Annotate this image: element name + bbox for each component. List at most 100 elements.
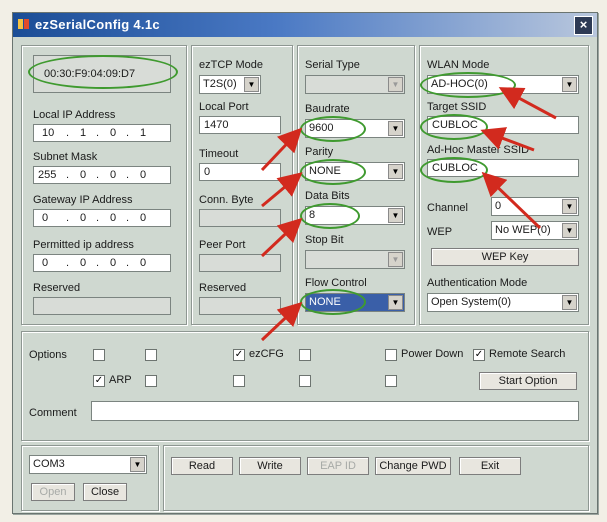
network-reserved-label: Reserved <box>33 282 81 294</box>
chevron-down-icon: ▼ <box>130 457 145 472</box>
ip-octet: 10 <box>42 127 55 139</box>
options-label: Options <box>29 349 67 361</box>
local-port-field[interactable]: 1470 <box>199 116 281 134</box>
ip-octet: 1 <box>80 127 87 139</box>
adhoc-ssid-field[interactable]: CUBLOC <box>427 159 579 177</box>
ezserialconfig-window: ezSerialConfig 4.1c × 00:30:F9:04:09:D7 … <box>12 12 598 514</box>
local-ip-field[interactable]: 10 . 1 . 0 . 1 <box>33 124 171 142</box>
baudrate-label: Baudrate <box>305 103 350 115</box>
remote-search-label: Remote Search <box>489 348 566 360</box>
subnet-mask-field[interactable]: 255 . 0 . 0 . 0 <box>33 166 171 184</box>
serial-type-label: Serial Type <box>305 59 360 71</box>
wep-label: WEP <box>427 226 453 238</box>
ip-octet: 0 <box>140 257 147 269</box>
power-down-checkbox[interactable] <box>385 349 397 361</box>
change-pwd-button[interactable]: Change PWD <box>375 457 451 475</box>
start-option-button[interactable]: Start Option <box>479 372 577 390</box>
comment-label: Comment <box>29 407 77 419</box>
option-checkbox[interactable] <box>233 375 245 387</box>
chevron-down-icon: ▼ <box>244 77 259 92</box>
ip-octet: 1 <box>140 127 147 139</box>
eztcp-mode-label: ezTCP Mode <box>199 59 263 71</box>
comment-field[interactable] <box>91 401 579 421</box>
eztcp-mode-value: T2S(0) <box>203 78 237 90</box>
option-checkbox[interactable] <box>145 349 157 361</box>
wep-select[interactable]: No WEP(0) ▼ <box>491 221 579 240</box>
chevron-down-icon: ▼ <box>562 199 577 214</box>
action-group <box>163 445 589 511</box>
option-checkbox[interactable] <box>299 349 311 361</box>
chevron-down-icon: ▼ <box>388 77 403 92</box>
peer-port-label: Peer Port <box>199 239 246 251</box>
stop-bit-label: Stop Bit <box>305 234 344 246</box>
timeout-label: Timeout <box>199 148 239 160</box>
wlan-mode-label: WLAN Mode <box>427 59 490 71</box>
window-title: ezSerialConfig 4.1c <box>35 17 160 32</box>
auth-mode-select[interactable]: Open System(0) ▼ <box>427 293 579 312</box>
subnet-mask-label: Subnet Mask <box>33 151 98 163</box>
channel-select[interactable]: 0 ▼ <box>491 197 579 216</box>
arp-checkbox[interactable]: ✓ <box>93 375 105 387</box>
wlan-mode-value: AD-HOC(0) <box>431 78 488 90</box>
channel-label: Channel <box>427 202 468 214</box>
option-checkbox[interactable] <box>93 349 105 361</box>
channel-value: 0 <box>495 200 502 212</box>
close-window-button[interactable]: × <box>574 16 593 35</box>
ip-octet: 0 <box>110 127 117 139</box>
chevron-down-icon: ▼ <box>388 164 403 179</box>
eztcp-mode-select[interactable]: T2S(0) ▼ <box>199 75 261 94</box>
flow-control-select[interactable]: NONE ▼ <box>305 293 405 312</box>
data-bits-value: 8 <box>309 209 316 221</box>
eztcp-reserved-label: Reserved <box>199 282 247 294</box>
data-bits-label: Data Bits <box>305 190 350 202</box>
parity-value: NONE <box>309 165 341 177</box>
exit-button[interactable]: Exit <box>459 457 521 475</box>
ip-octet: 0 <box>140 212 147 224</box>
ip-octet: 0 <box>80 169 87 181</box>
ip-octet: 255 <box>38 169 57 181</box>
timeout-field[interactable]: 0 <box>199 163 281 181</box>
gateway-field[interactable]: 0 . 0 . 0 . 0 <box>33 209 171 227</box>
gateway-label: Gateway IP Address <box>33 194 133 206</box>
ezcfg-checkbox[interactable]: ✓ <box>233 349 245 361</box>
arp-label: ARP <box>109 374 132 386</box>
chevron-down-icon: ▼ <box>388 295 403 310</box>
local-ip-label: Local IP Address <box>33 109 116 121</box>
eap-id-button[interactable]: EAP ID <box>307 457 369 475</box>
permitted-ip-field[interactable]: 0 . 0 . 0 . 0 <box>33 254 171 272</box>
mac-address-field[interactable]: 00:30:F9:04:09:D7 <box>33 55 171 93</box>
chevron-down-icon: ▼ <box>562 295 577 310</box>
auth-mode-value: Open System(0) <box>431 296 512 308</box>
chevron-down-icon: ▼ <box>562 77 577 92</box>
ip-octet: 0 <box>42 257 49 269</box>
open-button[interactable]: Open <box>31 483 75 501</box>
target-ssid-label: Target SSID <box>427 101 487 113</box>
target-ssid-field[interactable]: CUBLOC <box>427 116 579 134</box>
serial-type-select: ▼ <box>305 75 405 94</box>
parity-select[interactable]: NONE ▼ <box>305 162 405 181</box>
remote-search-checkbox[interactable]: ✓ <box>473 349 485 361</box>
ip-octet: 0 <box>140 169 147 181</box>
local-port-label: Local Port <box>199 101 249 113</box>
wlan-mode-select[interactable]: AD-HOC(0) ▼ <box>427 75 579 94</box>
conn-byte-field <box>199 209 281 227</box>
permitted-ip-label: Permitted ip address <box>33 239 134 251</box>
read-button[interactable]: Read <box>171 457 233 475</box>
power-down-label: Power Down <box>401 348 464 360</box>
com-port-select[interactable]: COM3 ▼ <box>29 455 147 474</box>
ip-octet: 0 <box>80 212 87 224</box>
eztcp-reserved-field <box>199 297 281 315</box>
option-checkbox[interactable] <box>385 375 397 387</box>
data-bits-select[interactable]: 8 ▼ <box>305 206 405 225</box>
title-bar[interactable]: ezSerialConfig 4.1c × <box>13 13 597 37</box>
baudrate-select[interactable]: 9600 ▼ <box>305 119 405 138</box>
close-button[interactable]: Close <box>83 483 127 501</box>
option-checkbox[interactable] <box>145 375 157 387</box>
parity-label: Parity <box>305 146 334 158</box>
option-checkbox[interactable] <box>299 375 311 387</box>
flow-control-value: NONE <box>309 296 341 308</box>
wep-value: No WEP(0) <box>495 224 551 236</box>
chevron-down-icon: ▼ <box>562 223 577 238</box>
write-button[interactable]: Write <box>239 457 301 475</box>
wep-key-button[interactable]: WEP Key <box>431 248 579 266</box>
